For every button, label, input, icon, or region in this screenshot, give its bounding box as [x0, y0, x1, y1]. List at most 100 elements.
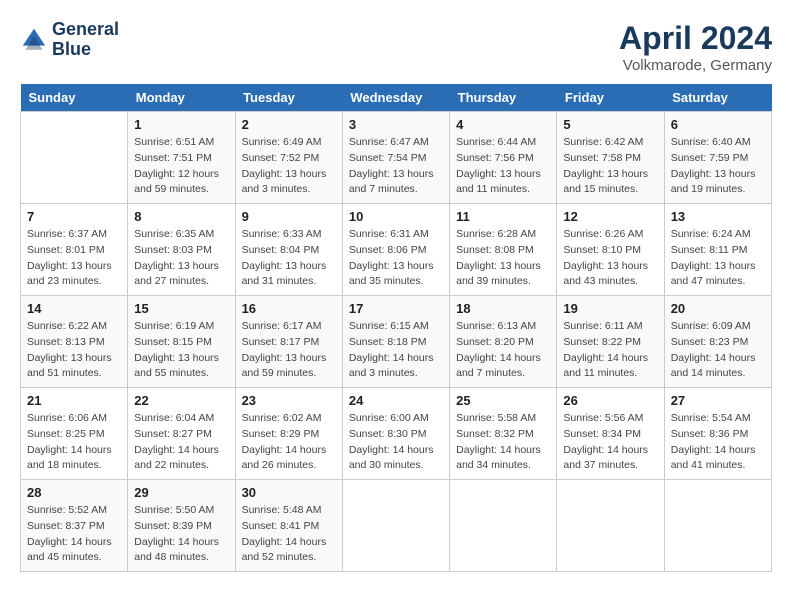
day-header-wednesday: Wednesday [342, 84, 449, 112]
calendar-cell: 10 Sunrise: 6:31 AMSunset: 8:06 PMDayligh… [342, 204, 449, 296]
day-info: Sunrise: 6:51 AMSunset: 7:51 PMDaylight:… [134, 135, 228, 198]
day-info: Sunrise: 6:11 AMSunset: 8:22 PMDaylight:… [563, 319, 657, 382]
day-number: 19 [563, 301, 657, 316]
calendar-cell: 3 Sunrise: 6:47 AMSunset: 7:54 PMDaylight… [342, 112, 449, 204]
day-number: 26 [563, 393, 657, 408]
calendar-cell [557, 480, 664, 572]
calendar-cell: 1 Sunrise: 6:51 AMSunset: 7:51 PMDaylight… [128, 112, 235, 204]
calendar-cell: 15 Sunrise: 6:19 AMSunset: 8:15 PMDayligh… [128, 296, 235, 388]
day-info: Sunrise: 5:48 AMSunset: 8:41 PMDaylight:… [242, 503, 336, 566]
week-row-4: 21 Sunrise: 6:06 AMSunset: 8:25 PMDayligh… [21, 388, 772, 480]
day-number: 7 [27, 209, 121, 224]
calendar-cell: 29 Sunrise: 5:50 AMSunset: 8:39 PMDayligh… [128, 480, 235, 572]
day-info: Sunrise: 6:31 AMSunset: 8:06 PMDaylight:… [349, 227, 443, 290]
day-info: Sunrise: 6:35 AMSunset: 8:03 PMDaylight:… [134, 227, 228, 290]
day-info: Sunrise: 6:44 AMSunset: 7:56 PMDaylight:… [456, 135, 550, 198]
day-info: Sunrise: 6:04 AMSunset: 8:27 PMDaylight:… [134, 411, 228, 474]
calendar-cell: 14Sunrise: 6:22 AMSunset: 8:13 PMDayligh… [21, 296, 128, 388]
day-header-thursday: Thursday [450, 84, 557, 112]
day-number: 4 [456, 117, 550, 132]
day-number: 6 [671, 117, 765, 132]
day-info: Sunrise: 6:19 AMSunset: 8:15 PMDaylight:… [134, 319, 228, 382]
day-header-friday: Friday [557, 84, 664, 112]
day-header-monday: Monday [128, 84, 235, 112]
day-info: Sunrise: 6:15 AMSunset: 8:18 PMDaylight:… [349, 319, 443, 382]
calendar-cell: 7Sunrise: 6:37 AMSunset: 8:01 PMDaylight… [21, 204, 128, 296]
calendar-cell [664, 480, 771, 572]
day-info: Sunrise: 6:40 AMSunset: 7:59 PMDaylight:… [671, 135, 765, 198]
calendar-cell: 21 Sunrise: 6:06 AMSunset: 8:25 PMDayligh… [21, 388, 128, 480]
week-row-2: 7Sunrise: 6:37 AMSunset: 8:01 PMDaylight… [21, 204, 772, 296]
day-number: 28 [27, 485, 121, 500]
day-info: Sunrise: 5:56 AMSunset: 8:34 PMDaylight:… [563, 411, 657, 474]
day-number: 2 [242, 117, 336, 132]
logo: General Blue [20, 20, 119, 60]
day-info: Sunrise: 5:58 AMSunset: 8:32 PMDaylight:… [456, 411, 550, 474]
calendar-cell: 25 Sunrise: 5:58 AMSunset: 8:32 PMDayligh… [450, 388, 557, 480]
calendar-cell: 17Sunrise: 6:15 AMSunset: 8:18 PMDayligh… [342, 296, 449, 388]
day-number: 15 [134, 301, 228, 316]
day-number: 10 [349, 209, 443, 224]
calendar-cell: 16Sunrise: 6:17 AMSunset: 8:17 PMDayligh… [235, 296, 342, 388]
day-info: Sunrise: 6:33 AMSunset: 8:04 PMDaylight:… [242, 227, 336, 290]
calendar-cell [450, 480, 557, 572]
calendar-cell: 5Sunrise: 6:42 AMSunset: 7:58 PMDaylight… [557, 112, 664, 204]
day-number: 12 [563, 209, 657, 224]
logo-text: General Blue [52, 20, 119, 60]
day-info: Sunrise: 6:13 AMSunset: 8:20 PMDaylight:… [456, 319, 550, 382]
day-info: Sunrise: 5:50 AMSunset: 8:39 PMDaylight:… [134, 503, 228, 566]
day-info: Sunrise: 6:06 AMSunset: 8:25 PMDaylight:… [27, 411, 121, 474]
calendar-cell: 11 Sunrise: 6:28 AMSunset: 8:08 PMDayligh… [450, 204, 557, 296]
day-info: Sunrise: 6:47 AMSunset: 7:54 PMDaylight:… [349, 135, 443, 198]
title-block: April 2024 Volkmarode, Germany [619, 20, 772, 74]
location: Volkmarode, Germany [619, 57, 772, 74]
day-info: Sunrise: 6:28 AMSunset: 8:08 PMDaylight:… [456, 227, 550, 290]
calendar-cell: 20 Sunrise: 6:09 AMSunset: 8:23 PMDayligh… [664, 296, 771, 388]
header-row: SundayMondayTuesdayWednesdayThursdayFrid… [21, 84, 772, 112]
calendar-cell: 8 Sunrise: 6:35 AMSunset: 8:03 PMDaylight… [128, 204, 235, 296]
day-info: Sunrise: 6:26 AMSunset: 8:10 PMDaylight:… [563, 227, 657, 290]
day-number: 16 [242, 301, 336, 316]
day-header-saturday: Saturday [664, 84, 771, 112]
day-number: 29 [134, 485, 228, 500]
day-number: 20 [671, 301, 765, 316]
calendar-cell: 27Sunrise: 5:54 AMSunset: 8:36 PMDayligh… [664, 388, 771, 480]
day-number: 9 [242, 209, 336, 224]
calendar-cell: 2Sunrise: 6:49 AMSunset: 7:52 PMDaylight… [235, 112, 342, 204]
calendar-cell: 28Sunrise: 5:52 AMSunset: 8:37 PMDayligh… [21, 480, 128, 572]
calendar-cell: 12 Sunrise: 6:26 AMSunset: 8:10 PMDayligh… [557, 204, 664, 296]
day-number: 25 [456, 393, 550, 408]
day-info: Sunrise: 6:42 AMSunset: 7:58 PMDaylight:… [563, 135, 657, 198]
calendar-cell: 4 Sunrise: 6:44 AMSunset: 7:56 PMDaylight… [450, 112, 557, 204]
day-info: Sunrise: 6:09 AMSunset: 8:23 PMDaylight:… [671, 319, 765, 382]
week-row-1: 1 Sunrise: 6:51 AMSunset: 7:51 PMDaylight… [21, 112, 772, 204]
calendar-cell [342, 480, 449, 572]
day-number: 22 [134, 393, 228, 408]
calendar-cell [21, 112, 128, 204]
calendar-cell: 9 Sunrise: 6:33 AMSunset: 8:04 PMDaylight… [235, 204, 342, 296]
day-number: 13 [671, 209, 765, 224]
week-row-5: 28Sunrise: 5:52 AMSunset: 8:37 PMDayligh… [21, 480, 772, 572]
calendar-cell: 23Sunrise: 6:02 AMSunset: 8:29 PMDayligh… [235, 388, 342, 480]
day-number: 11 [456, 209, 550, 224]
calendar-cell: 22 Sunrise: 6:04 AMSunset: 8:27 PMDayligh… [128, 388, 235, 480]
page-header: General Blue April 2024 Volkmarode, Germ… [20, 20, 772, 74]
day-number: 21 [27, 393, 121, 408]
day-header-sunday: Sunday [21, 84, 128, 112]
day-info: Sunrise: 6:22 AMSunset: 8:13 PMDaylight:… [27, 319, 121, 382]
day-header-tuesday: Tuesday [235, 84, 342, 112]
calendar-cell: 30Sunrise: 5:48 AMSunset: 8:41 PMDayligh… [235, 480, 342, 572]
day-info: Sunrise: 6:24 AMSunset: 8:11 PMDaylight:… [671, 227, 765, 290]
day-number: 24 [349, 393, 443, 408]
day-number: 3 [349, 117, 443, 132]
week-row-3: 14Sunrise: 6:22 AMSunset: 8:13 PMDayligh… [21, 296, 772, 388]
day-info: Sunrise: 5:54 AMSunset: 8:36 PMDaylight:… [671, 411, 765, 474]
logo-line2: Blue [52, 40, 119, 60]
calendar-table: SundayMondayTuesdayWednesdayThursdayFrid… [20, 84, 772, 572]
calendar-cell: 18Sunrise: 6:13 AMSunset: 8:20 PMDayligh… [450, 296, 557, 388]
logo-icon [20, 26, 48, 54]
day-info: Sunrise: 6:02 AMSunset: 8:29 PMDaylight:… [242, 411, 336, 474]
calendar-cell: 24Sunrise: 6:00 AMSunset: 8:30 PMDayligh… [342, 388, 449, 480]
day-number: 1 [134, 117, 228, 132]
day-number: 8 [134, 209, 228, 224]
